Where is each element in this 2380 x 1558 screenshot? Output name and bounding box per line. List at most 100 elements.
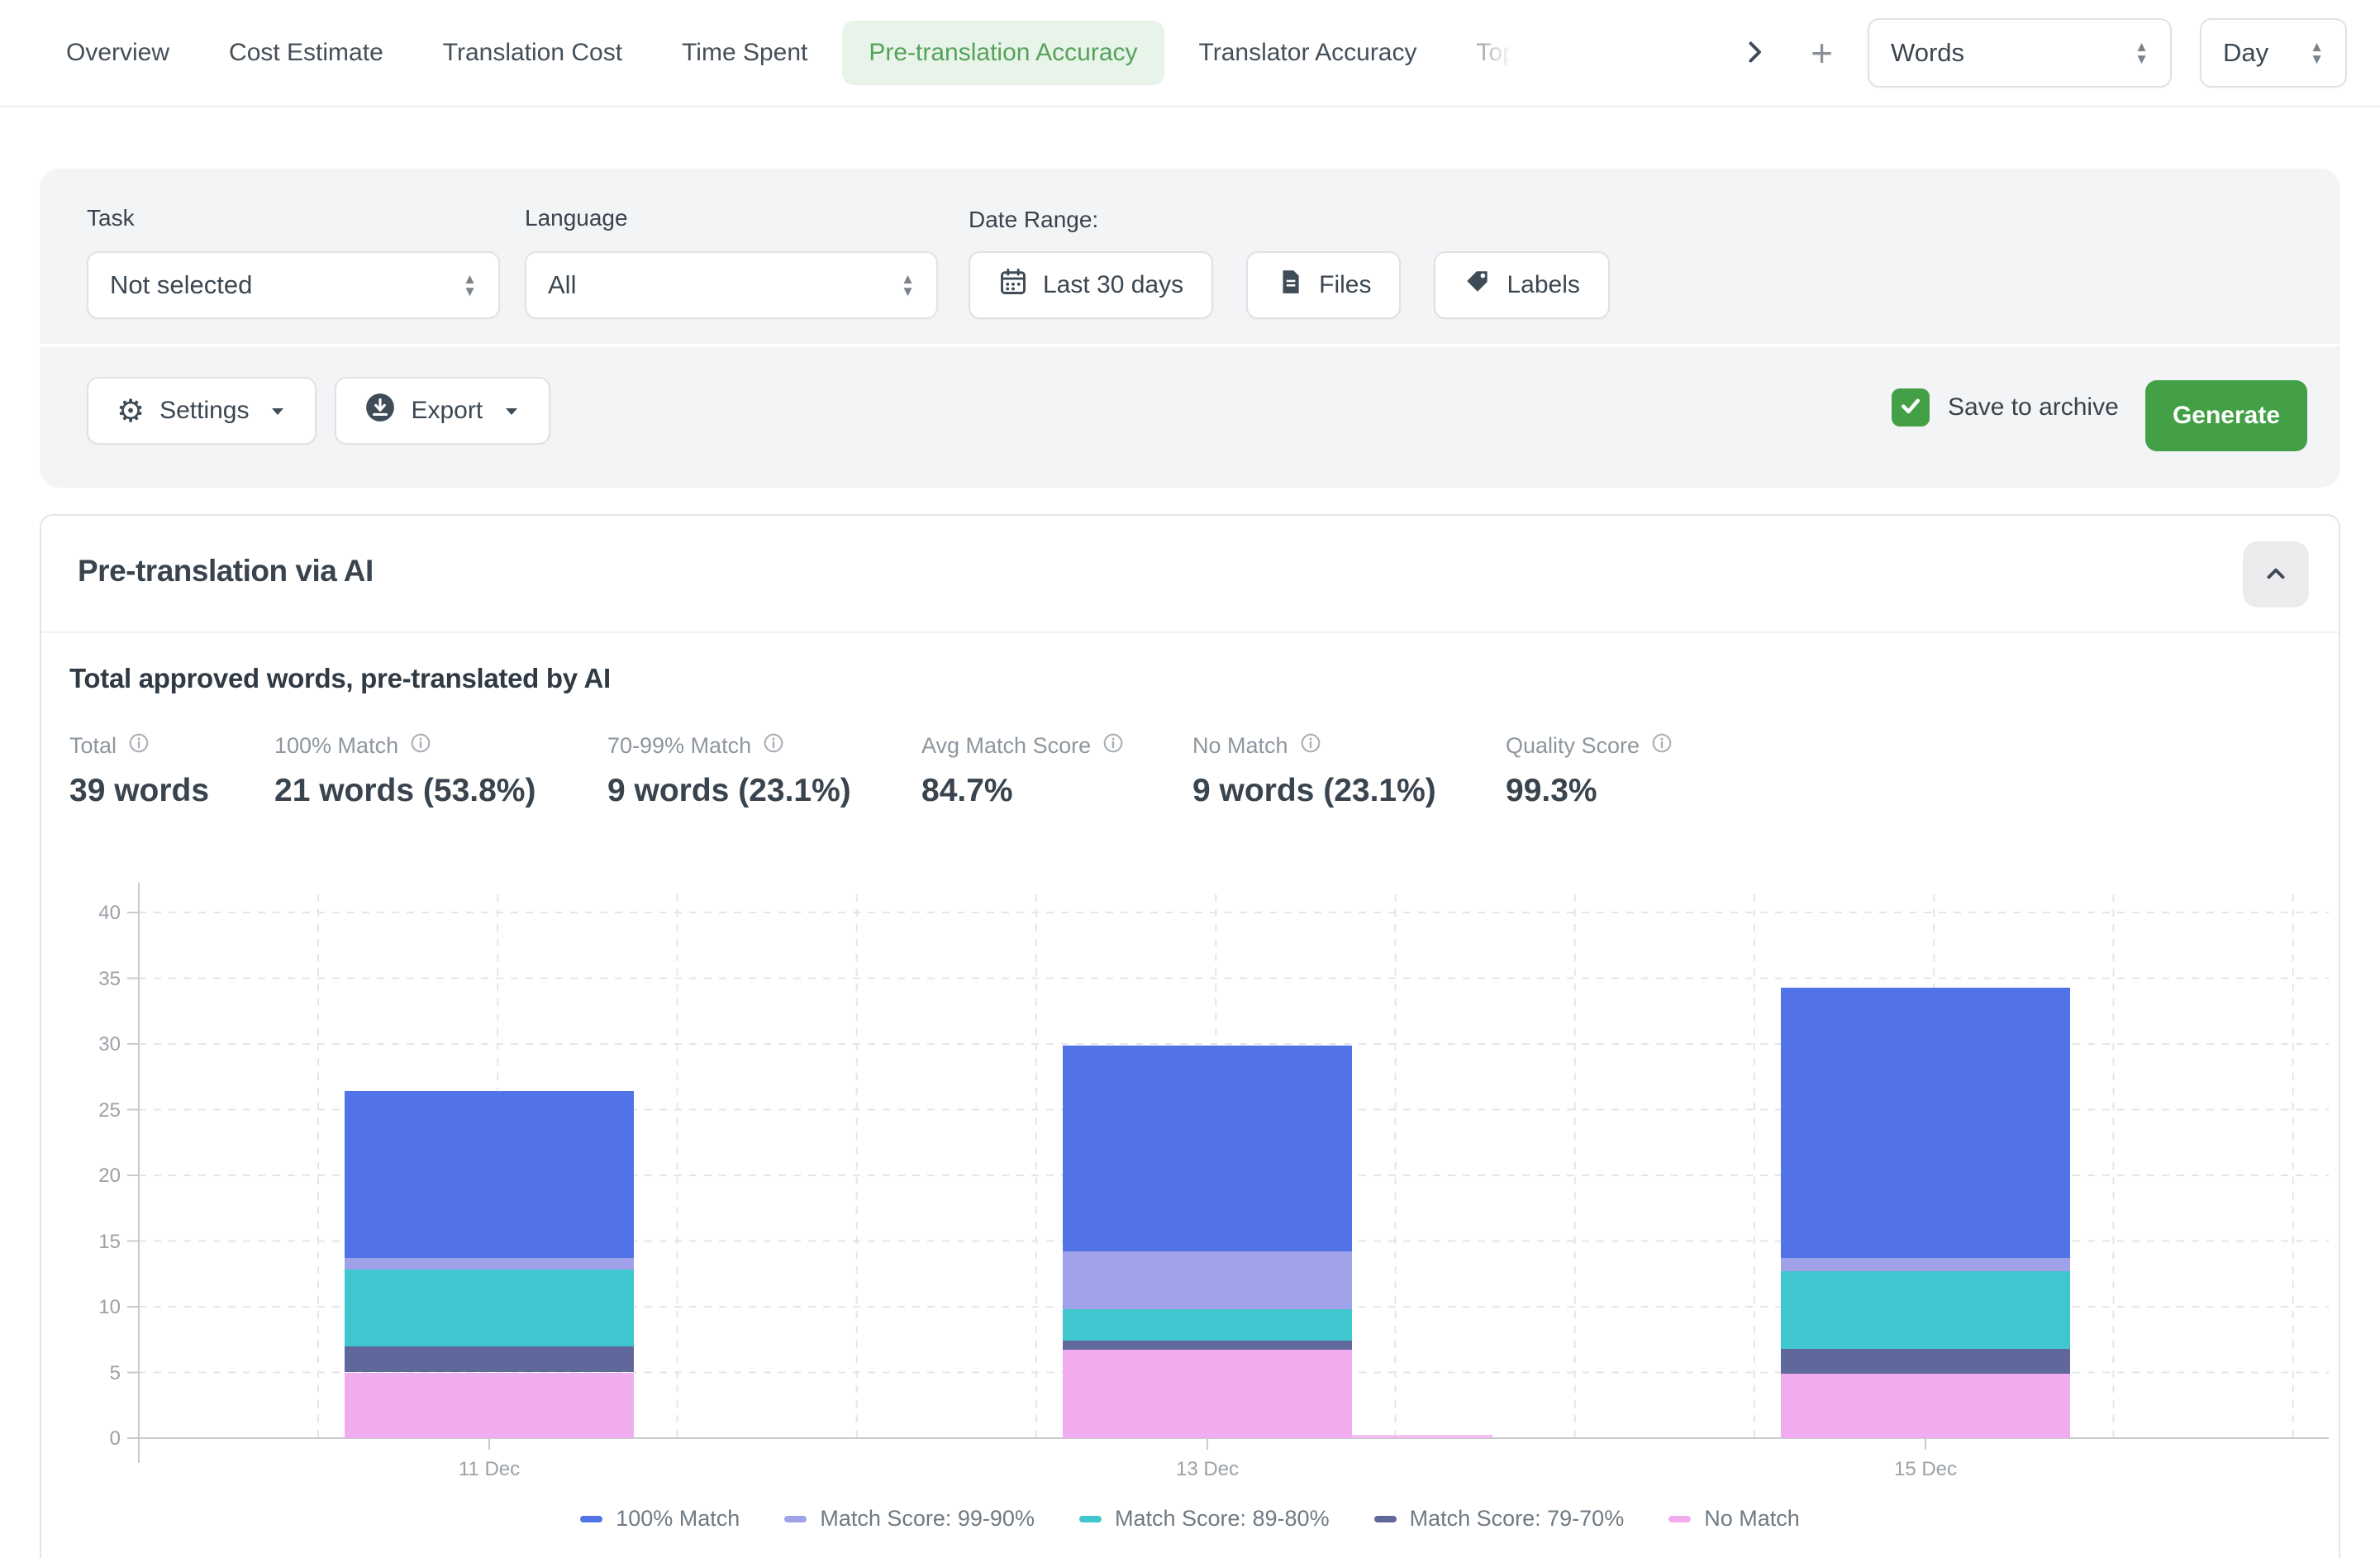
chart-section-title: Total approved words, pre-translated by … bbox=[69, 663, 611, 694]
gear-icon: ⚙ bbox=[117, 395, 145, 426]
calendar-icon bbox=[998, 267, 1028, 303]
task-select-value: Not selected bbox=[110, 270, 252, 300]
filters-panel: Task Not selected ▲▼ Language All ▲▼ Dat… bbox=[40, 169, 2340, 488]
stat-no-match: No Match 9 words (23.1%) bbox=[1192, 732, 1436, 809]
chart-legend: 100% Match Match Score: 99-90% Match Sco… bbox=[40, 1506, 2340, 1532]
legend-swatch bbox=[580, 1516, 602, 1522]
legend-label: Match Score: 99-90% bbox=[820, 1506, 1035, 1532]
stat-total: Total 39 words bbox=[69, 732, 209, 809]
save-to-archive-checkbox[interactable] bbox=[1892, 388, 1930, 426]
stat-value: 84.7% bbox=[921, 773, 1124, 809]
tab-translation-cost[interactable]: Translation Cost bbox=[413, 21, 652, 85]
info-icon[interactable] bbox=[128, 732, 150, 760]
export-button[interactable]: Export bbox=[335, 377, 550, 445]
stat-value: 39 words bbox=[69, 773, 209, 809]
legend-item-89-80[interactable]: Match Score: 89-80% bbox=[1079, 1506, 1330, 1532]
legend-label: No Match bbox=[1704, 1506, 1800, 1532]
stat-label: Total bbox=[69, 733, 117, 759]
select-stepper-icon: ▲▼ bbox=[901, 273, 915, 298]
legend-swatch bbox=[1668, 1516, 1691, 1522]
tab-cost-estimate[interactable]: Cost Estimate bbox=[199, 21, 413, 85]
stat-value: 9 words (23.1%) bbox=[1192, 773, 1436, 809]
info-icon[interactable] bbox=[1651, 732, 1673, 760]
legend-swatch bbox=[784, 1516, 807, 1522]
settings-button[interactable]: ⚙ Settings bbox=[87, 377, 317, 445]
select-stepper-icon: ▲▼ bbox=[2135, 40, 2149, 65]
stat-label: 100% Match bbox=[274, 733, 398, 759]
tab-translator-accuracy[interactable]: Translator Accuracy bbox=[1169, 21, 1447, 85]
chevron-down-icon bbox=[269, 397, 287, 425]
legend-label: 100% Match bbox=[616, 1506, 740, 1532]
language-label: Language bbox=[525, 205, 628, 231]
settings-button-label: Settings bbox=[159, 397, 249, 425]
unit-select-value: Words bbox=[1891, 38, 1964, 68]
language-select[interactable]: All ▲▼ bbox=[525, 251, 938, 319]
tab-top-truncated[interactable]: Top bbox=[1447, 21, 1518, 85]
tab-bar: Overview Cost Estimate Translation Cost … bbox=[0, 0, 2380, 107]
stat-value: 21 words (53.8%) bbox=[274, 773, 536, 809]
chevron-right-icon bbox=[1740, 37, 1769, 69]
legend-label: Match Score: 79-70% bbox=[1410, 1506, 1625, 1532]
legend-item-79-70[interactable]: Match Score: 79-70% bbox=[1374, 1506, 1625, 1532]
info-icon[interactable] bbox=[1300, 732, 1321, 760]
stat-70-99-match: 70-99% Match 9 words (23.1%) bbox=[607, 732, 851, 809]
info-icon[interactable] bbox=[763, 732, 784, 760]
date-range-controls: Last 30 days Files bbox=[969, 251, 1610, 319]
info-icon[interactable] bbox=[410, 732, 431, 760]
stat-label: Avg Match Score bbox=[921, 733, 1091, 759]
panel-title: Pre-translation via AI bbox=[78, 554, 374, 588]
labels-filter-label: Labels bbox=[1507, 271, 1579, 299]
panel-header: Pre-translation via AI bbox=[41, 516, 2339, 633]
save-to-archive-control[interactable]: Save to archive bbox=[1892, 388, 2119, 426]
add-report-button[interactable]: + bbox=[1804, 27, 1840, 79]
tab-overview[interactable]: Overview bbox=[36, 21, 199, 85]
file-icon bbox=[1276, 268, 1304, 303]
chevron-up-icon bbox=[2262, 560, 2290, 590]
legend-item-99-90[interactable]: Match Score: 99-90% bbox=[784, 1506, 1035, 1532]
save-to-archive-label: Save to archive bbox=[1948, 393, 2119, 422]
legend-item-no-match[interactable]: No Match bbox=[1668, 1506, 1800, 1532]
unit-select[interactable]: Words ▲▼ bbox=[1868, 18, 2172, 88]
legend-swatch bbox=[1374, 1516, 1397, 1522]
stat-label: Quality Score bbox=[1506, 733, 1640, 759]
stat-quality-score: Quality Score 99.3% bbox=[1506, 732, 1673, 809]
task-label: Task bbox=[87, 205, 135, 231]
stat-label: 70-99% Match bbox=[607, 733, 751, 759]
legend-item-100-match[interactable]: 100% Match bbox=[580, 1506, 740, 1532]
tab-pre-translation-accuracy[interactable]: Pre-translation Accuracy bbox=[842, 21, 1164, 85]
legend-swatch bbox=[1079, 1516, 1102, 1522]
chevron-down-icon bbox=[502, 397, 521, 425]
tag-icon bbox=[1464, 268, 1492, 303]
task-select[interactable]: Not selected ▲▼ bbox=[87, 251, 500, 319]
period-select[interactable]: Day ▲▼ bbox=[2200, 18, 2347, 88]
tab-bar-controls: + Words ▲▼ Day ▲▼ bbox=[1733, 0, 2347, 106]
files-filter-label: Files bbox=[1319, 271, 1371, 299]
files-filter-button[interactable]: Files bbox=[1246, 251, 1401, 319]
stat-value: 9 words (23.1%) bbox=[607, 773, 851, 809]
stat-label: No Match bbox=[1192, 733, 1288, 759]
date-range-button[interactable]: Last 30 days bbox=[969, 251, 1213, 319]
period-select-value: Day bbox=[2223, 38, 2268, 68]
report-page: Overview Cost Estimate Translation Cost … bbox=[0, 0, 2380, 1558]
tabs-scroll-right-button[interactable] bbox=[1733, 31, 1776, 76]
stat-value: 99.3% bbox=[1506, 773, 1673, 809]
labels-filter-button[interactable]: Labels bbox=[1434, 251, 1609, 319]
legend-label: Match Score: 89-80% bbox=[1115, 1506, 1330, 1532]
download-icon bbox=[364, 392, 396, 430]
pre-translation-panel: Pre-translation via AI Total approved wo… bbox=[40, 514, 2340, 1558]
tab-time-spent[interactable]: Time Spent bbox=[652, 21, 837, 85]
collapse-panel-button[interactable] bbox=[2243, 541, 2309, 607]
check-icon bbox=[1898, 393, 1923, 422]
report-actions: ⚙ Settings Export bbox=[87, 377, 550, 445]
export-button-label: Export bbox=[411, 397, 483, 425]
date-range-value: Last 30 days bbox=[1043, 271, 1183, 299]
info-icon[interactable] bbox=[1102, 732, 1124, 760]
stat-avg-match-score: Avg Match Score 84.7% bbox=[921, 732, 1124, 809]
select-stepper-icon: ▲▼ bbox=[463, 273, 477, 298]
report-tabs: Overview Cost Estimate Translation Cost … bbox=[36, 0, 1518, 106]
plus-icon: + bbox=[1811, 34, 1833, 72]
language-select-value: All bbox=[548, 270, 576, 300]
stat-100-match: 100% Match 21 words (53.8%) bbox=[274, 732, 536, 809]
generate-button[interactable]: Generate bbox=[2145, 380, 2307, 451]
panel-divider bbox=[40, 344, 2340, 346]
